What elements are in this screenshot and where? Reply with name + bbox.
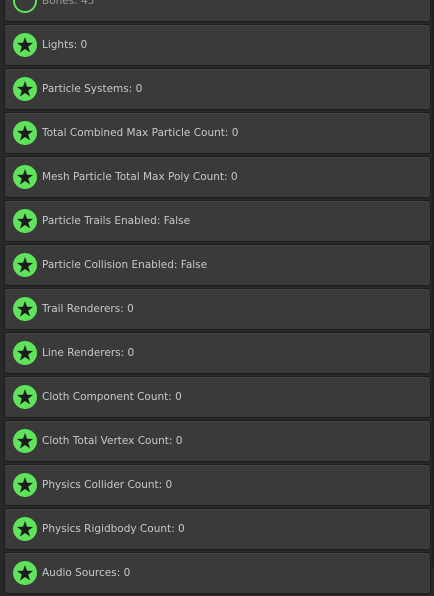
- list-item-trail-renderers: Trail Renderers: 0: [4, 288, 431, 330]
- star-icon: [12, 296, 38, 322]
- star-icon: [12, 164, 38, 190]
- list-item-cloth-vertex-count: Cloth Total Vertex Count: 0: [4, 420, 431, 462]
- star-icon: [12, 428, 38, 454]
- star-icon: [12, 384, 38, 410]
- star-icon: [12, 560, 38, 586]
- star-icon: [12, 516, 38, 542]
- list-item-label: Trail Renderers: 0: [42, 303, 134, 315]
- list-item-label: Total Combined Max Particle Count: 0: [42, 127, 239, 139]
- star-icon: [12, 76, 38, 102]
- list-item-particle-systems: Particle Systems: 0: [4, 68, 431, 110]
- list-item-physics-collider-count: Physics Collider Count: 0: [4, 464, 431, 506]
- list-item-label: Physics Collider Count: 0: [42, 479, 173, 491]
- list-item-total-max-particle-count: Total Combined Max Particle Count: 0: [4, 112, 431, 154]
- list-item-label: Audio Sources: 0: [42, 567, 131, 579]
- list-item-particle-trails: Particle Trails Enabled: False: [4, 200, 431, 242]
- list-item-bones: Bones: 45: [4, 0, 431, 22]
- list-item-cloth-component-count: Cloth Component Count: 0: [4, 376, 431, 418]
- list-item-label: Particle Systems: 0: [42, 83, 143, 95]
- star-icon: [12, 120, 38, 146]
- list-item-label: Cloth Component Count: 0: [42, 391, 182, 403]
- list-item-label: Lights: 0: [42, 39, 88, 51]
- list-item-label: Cloth Total Vertex Count: 0: [42, 435, 183, 447]
- list-item-audio-sources: Audio Sources: 0: [4, 552, 431, 594]
- list-item-mesh-particle-poly-count: Mesh Particle Total Max Poly Count: 0: [4, 156, 431, 198]
- star-icon: [12, 32, 38, 58]
- list-item-label: Particle Trails Enabled: False: [42, 215, 191, 227]
- star-icon: [12, 208, 38, 234]
- list-item-line-renderers: Line Renderers: 0: [4, 332, 431, 374]
- star-icon: [12, 472, 38, 498]
- list-item-label: Line Renderers: 0: [42, 347, 135, 359]
- list-item-label: Mesh Particle Total Max Poly Count: 0: [42, 171, 238, 183]
- list-item-label: Particle Collision Enabled: False: [42, 259, 208, 271]
- star-icon: [12, 340, 38, 366]
- list-item-lights: Lights: 0: [4, 24, 431, 66]
- star-icon: [12, 252, 38, 278]
- list-item-label: Physics Rigidbody Count: 0: [42, 523, 185, 535]
- list-item-particle-collision: Particle Collision Enabled: False: [4, 244, 431, 286]
- list-item-label: Bones: 45: [42, 0, 95, 7]
- ring-icon: [12, 0, 38, 14]
- stats-list: Bones: 45 Lights: 0 Particle Systems: 0 …: [0, 0, 434, 596]
- list-item-physics-rigidbody-count: Physics Rigidbody Count: 0: [4, 508, 431, 550]
